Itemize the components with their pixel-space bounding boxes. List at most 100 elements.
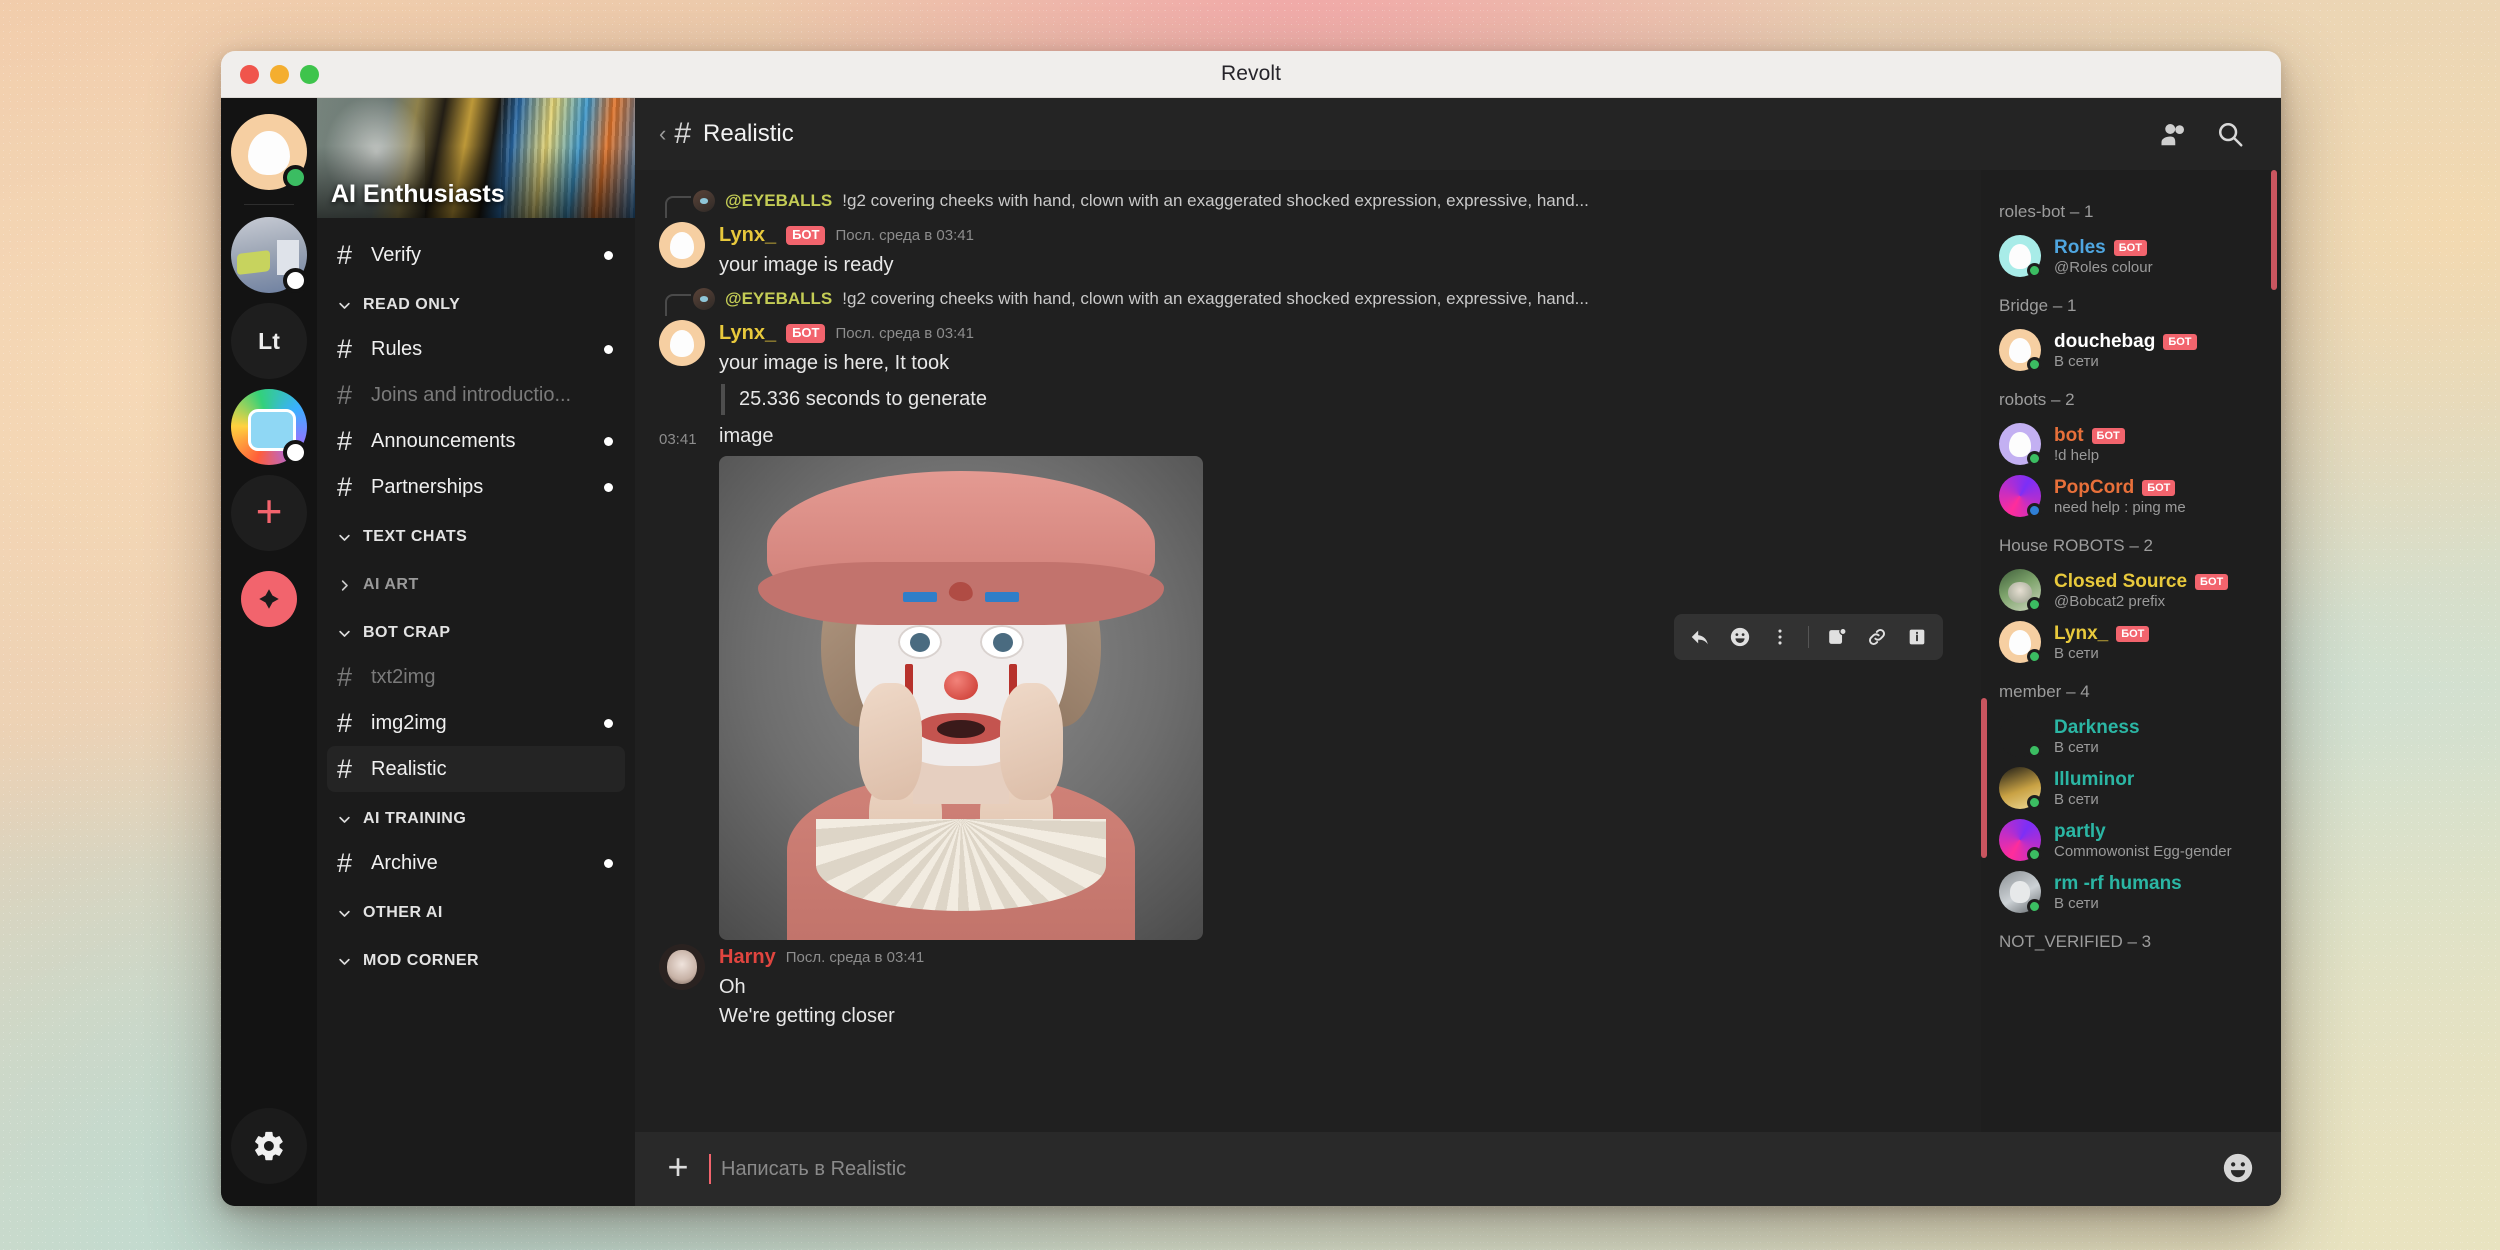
reply-snippet: !g2 covering cheeks with hand, clown wit… — [842, 191, 1589, 210]
channel-category-bot-crap[interactable]: BOT CRAP — [327, 612, 625, 654]
add-server-button[interactable]: + — [231, 475, 307, 551]
message: Lynx_ БОТ Посл. среда в 03:41 your image is… — [635, 316, 1981, 419]
copy-link-icon[interactable] — [1859, 619, 1895, 655]
avatar[interactable] — [659, 320, 705, 366]
bot-badge: БОТ — [786, 324, 826, 343]
chevron-down-icon — [337, 906, 363, 921]
message-input[interactable]: Написать в Realistic — [709, 1154, 2221, 1184]
reply-author: @EYEBALLS — [725, 191, 833, 210]
avatar — [1999, 475, 2042, 518]
member-name-row: Closed Source БОТ — [2054, 571, 2229, 593]
server-icon-bot[interactable] — [231, 389, 308, 465]
discover-button[interactable] — [231, 561, 307, 637]
reply-elbow-icon — [665, 196, 691, 218]
member-name: Roles — [2054, 236, 2106, 258]
channel-item-txt2img[interactable]: # txt2img — [327, 654, 625, 700]
avatar[interactable] — [659, 222, 705, 268]
settings-button[interactable] — [231, 1108, 307, 1184]
channel-category-other-ai[interactable]: OTHER AI — [327, 892, 625, 934]
server-icon-lt[interactable]: Lt — [231, 303, 307, 379]
member-list-item[interactable]: Darkness В сети — [1981, 710, 2281, 762]
member-list-scrollbar[interactable] — [2271, 170, 2277, 290]
channel-item-archive[interactable]: # Archive — [327, 840, 625, 886]
message-action-toolbar[interactable] — [1674, 614, 1943, 660]
server-name: AI Enthusiasts — [331, 180, 505, 208]
member-name-row: Roles БОТ — [2054, 237, 2153, 259]
channel-item-announcements[interactable]: # Announcements — [327, 418, 625, 464]
member-list-item[interactable]: Illuminor В сети — [1981, 762, 2281, 814]
reply-context[interactable]: @EYEBALLS !g2 covering cheeks with hand, … — [635, 184, 1981, 218]
channel-category-read-only[interactable]: READ ONLY — [327, 284, 625, 326]
back-icon[interactable]: ‹ — [659, 121, 666, 147]
message-timestamp: Посл. среда в 03:41 — [785, 949, 925, 966]
channel-item-partnerships[interactable]: # Partnerships — [327, 464, 625, 510]
channel-label: img2img — [371, 711, 447, 734]
channel-category-ai-art[interactable]: AI ART — [327, 564, 625, 606]
avatar — [1999, 423, 2042, 466]
user-avatar[interactable] — [231, 114, 308, 190]
channel-item-realistic[interactable]: # Realistic — [327, 746, 625, 792]
channel-item-img2img[interactable]: # img2img — [327, 700, 625, 746]
attachment-block: image — [719, 425, 1203, 940]
reply-icon[interactable] — [1682, 619, 1718, 655]
unread-indicator — [604, 718, 613, 728]
hash-icon: # — [337, 379, 353, 410]
member-list-item[interactable]: bot БОТ !d help — [1981, 418, 2281, 470]
search-icon[interactable] — [2207, 111, 2253, 157]
add-attachment-button[interactable]: + — [657, 1149, 699, 1185]
member-list-item[interactable]: Roles БОТ @Roles colour — [1981, 230, 2281, 282]
server-icon-room[interactable] — [231, 217, 308, 293]
member-list-item[interactable]: rm -rf humans В сети — [1981, 866, 2281, 918]
channel-item-verify[interactable]: # Verify — [327, 232, 625, 278]
attachment-image[interactable] — [719, 456, 1203, 940]
bot-badge: БОТ — [2195, 573, 2229, 590]
channel-item-joins-and-introductio-[interactable]: # Joins and introductio... — [327, 372, 625, 418]
member-list-item[interactable]: Closed Source БОТ @Bobcat2 prefix — [1981, 564, 2281, 616]
channel-item-rules[interactable]: # Rules — [327, 326, 625, 372]
info-icon[interactable] — [1899, 619, 1935, 655]
channel-category-ai-training[interactable]: AI TRAINING — [327, 798, 625, 840]
member-list-item[interactable]: PopCord БОТ need help : ping me — [1981, 470, 2281, 522]
channel-category-mod-corner[interactable]: MOD CORNER — [327, 940, 625, 982]
message-list[interactable]: @EYEBALLS !g2 covering cheeks with hand, … — [635, 170, 1981, 1132]
message-author[interactable]: Lynx_ — [719, 224, 776, 247]
message-body: Harny Посл. среда в 03:41 Oh We're getting … — [719, 944, 1981, 1031]
member-list-item[interactable]: partly Commowonist Egg-gender — [1981, 814, 2281, 866]
avatar — [1999, 235, 2042, 278]
channel-category-text-chats[interactable]: TEXT CHATS — [327, 516, 625, 558]
hash-icon: # — [337, 239, 353, 270]
emoji-icon[interactable] — [2221, 1151, 2257, 1187]
attachment-filename[interactable]: image — [719, 425, 1203, 448]
app-window: Revolt Lt + AI Enthusiasts # Verify READ… — [221, 51, 2281, 1206]
avatar[interactable] — [659, 944, 705, 990]
attachment-timestamp: 03:41 — [659, 431, 697, 448]
member-info: Darkness В сети — [2054, 717, 2140, 756]
members-icon[interactable] — [2151, 111, 2197, 157]
member-status: В сети — [2054, 894, 2099, 912]
unread-indicator — [604, 858, 613, 868]
member-status: need help : ping me — [2054, 498, 2186, 516]
member-list-item[interactable]: douchebag БОТ В сети — [1981, 324, 2281, 376]
more-options-icon[interactable] — [1762, 619, 1798, 655]
add-reaction-icon[interactable] — [1722, 619, 1758, 655]
presence-indicator — [2027, 503, 2042, 518]
member-info: bot БОТ !d help — [2054, 425, 2125, 464]
presence-indicator — [2027, 357, 2042, 372]
chevron-down-icon — [337, 530, 363, 545]
rail-divider — [244, 204, 294, 205]
member-list-item[interactable]: Lynx_ БОТ В сети — [1981, 616, 2281, 668]
unread-indicator — [604, 250, 613, 260]
member-list[interactable]: roles-bot – 1 Roles БОТ @Roles colour Bridge… — [1981, 170, 2281, 1132]
server-banner: AI Enthusiasts — [317, 98, 635, 218]
avatar — [693, 288, 715, 310]
channel-list[interactable]: # Verify READ ONLY # Rules # Joins and introdu… — [317, 218, 635, 1206]
message-author[interactable]: Lynx_ — [719, 322, 776, 345]
bot-badge: БОТ — [2113, 239, 2147, 256]
reply-context[interactable]: @EYEBALLS !g2 covering cheeks with hand, … — [635, 282, 1981, 316]
message-author[interactable]: Harny — [719, 946, 776, 969]
mark-unread-icon[interactable] — [1819, 619, 1855, 655]
presence-indicator — [2027, 743, 2042, 758]
page-title: Realistic — [703, 120, 794, 147]
member-info: Illuminor В сети — [2054, 769, 2134, 808]
avatar — [1999, 621, 2042, 664]
